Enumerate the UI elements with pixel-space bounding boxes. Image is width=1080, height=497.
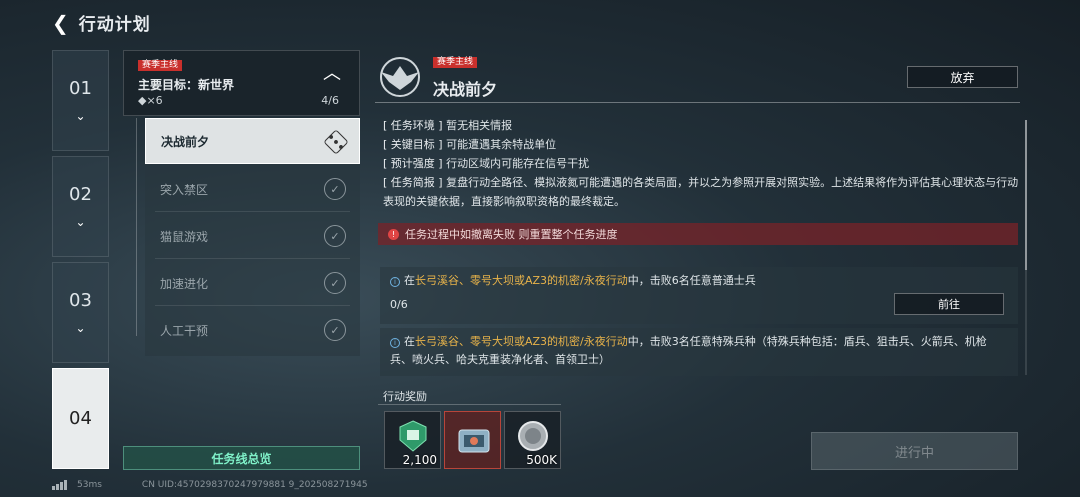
info-value: 复盘行动全路径、模拟液氮可能遭遇的各类局面，并以之为参照开展对照实验。上述结果将… <box>383 176 1019 208</box>
season-tag: 赛季主线 <box>138 60 183 71</box>
info-key: [ 任务环境 ] <box>383 119 443 132</box>
stage-tab-02[interactable]: 02 ⌄ <box>52 156 109 257</box>
medal-check-icon: ✓ <box>324 225 346 247</box>
collapse-caret-icon[interactable]: ︿ <box>323 59 341 85</box>
reward-count: 500K <box>526 453 557 467</box>
info-row: [ 任务环境 ] 暂无相关情报 <box>383 116 1023 135</box>
reward-item[interactable] <box>444 411 501 469</box>
warning-banner: ! 任务过程中如撤离失败 则重置整个任务进度 <box>378 223 1018 245</box>
silver-coin-icon <box>518 421 548 451</box>
medal-check-icon: ✓ <box>324 178 346 200</box>
alert-icon: ! <box>388 228 399 240</box>
divider <box>375 102 1020 103</box>
mission-item[interactable]: 突入禁区 ✓ <box>145 166 360 212</box>
stage-number: 02 <box>69 184 92 205</box>
objective-progress: 4/6 <box>321 94 339 107</box>
in-progress-icon: ••• <box>323 129 349 155</box>
stage-number: 01 <box>69 78 92 99</box>
info-row: [ 预计强度 ] 行动区域内可能存在信号干扰 <box>383 154 1023 173</box>
objective-title: 主要目标：新世界 <box>138 78 235 92</box>
reward-item[interactable]: 2,100 <box>384 411 441 469</box>
mission-item[interactable]: 猫鼠游戏 ✓ <box>145 213 360 259</box>
mission-title: 决战前夕 <box>433 80 498 99</box>
objective-reward: ◆×6 <box>138 94 163 107</box>
page-title: 行动计划 <box>78 15 151 35</box>
mission-item[interactable]: 人工干预 ✓ <box>145 307 360 353</box>
signal-icon <box>52 480 67 490</box>
mission-line-overview-button[interactable]: 任务线总览 <box>123 446 360 470</box>
goto-button[interactable]: 前往 <box>894 293 1004 315</box>
mission-label: 猫鼠游戏 <box>160 229 209 244</box>
main-objective-card[interactable]: 赛季主线 主要目标：新世界 ◆×6 4/6 ︿ <box>123 50 360 116</box>
green-badge-icon <box>399 420 427 452</box>
medal-check-icon: ✓ <box>324 272 346 294</box>
chevron-down-icon: ⌄ <box>75 109 86 123</box>
mission-label: 人工干预 <box>160 323 209 338</box>
season-tag: 赛季主线 <box>433 57 478 68</box>
mission-label: 加速进化 <box>160 276 209 291</box>
info-key: [ 预计强度 ] <box>383 157 443 170</box>
mission-label: 突入禁区 <box>160 182 209 197</box>
rewards-label: 行动奖励 <box>383 390 427 403</box>
task-location: 长弓溪谷、零号大坝或AZ3的机密/永夜行动 <box>415 274 628 287</box>
back-arrow-icon[interactable]: ❮ <box>52 11 69 35</box>
info-value: 行动区域内可能存在信号干扰 <box>446 157 590 170</box>
mission-label: 决战前夕 <box>161 134 210 149</box>
abandon-button[interactable]: 放弃 <box>907 66 1018 88</box>
reward-count: 2,100 <box>402 453 437 467</box>
eagle-emblem-icon <box>375 56 425 98</box>
info-key: [ 关键目标 ] <box>383 138 443 151</box>
stage-number: 04 <box>69 408 92 429</box>
info-row: [ 关键目标 ] 可能遭遇其余特战单位 <box>383 135 1023 154</box>
mission-item-active[interactable]: 决战前夕 ••• <box>145 118 360 164</box>
reward-item[interactable]: 500K <box>504 411 561 469</box>
chevron-down-icon: ⌄ <box>75 215 86 229</box>
info-icon: i <box>390 338 400 348</box>
device-crate-icon <box>458 429 490 453</box>
in-progress-button[interactable]: 进行中 <box>811 432 1018 470</box>
task-location: 长弓溪谷、零号大坝或AZ3的机密/永夜行动 <box>415 335 628 348</box>
info-value: 暂无相关情报 <box>446 119 513 132</box>
stage-tab-03[interactable]: 03 ⌄ <box>52 262 109 363</box>
stage-number: 03 <box>69 290 92 311</box>
info-row: [ 任务简报 ] 复盘行动全路径、模拟液氮可能遭遇的各类局面，并以之为参照开展对… <box>383 173 1023 211</box>
status-footer: 53ms CN UID:4570298370247979881 9_202508… <box>52 480 368 490</box>
task-item: i 在长弓溪谷、零号大坝或AZ3的机密/永夜行动中，击败3名任意特殊兵种（特殊兵种… <box>380 328 1018 376</box>
chevron-down-icon: ⌄ <box>75 321 86 335</box>
divider <box>378 404 561 405</box>
scrollbar[interactable] <box>1025 120 1027 375</box>
header: ❮ 行动计划 <box>52 10 151 36</box>
stage-tab-01[interactable]: 01 ⌄ <box>52 50 109 151</box>
uid-text: CN UID:4570298370247979881 9_20250827194… <box>141 480 368 490</box>
mission-tree-line <box>136 118 137 336</box>
info-key: [ 任务简报 ] <box>383 176 443 189</box>
info-value: 可能遭遇其余特战单位 <box>446 138 557 151</box>
stage-tab-04[interactable]: 04 <box>52 368 109 469</box>
info-icon: i <box>390 277 400 287</box>
mission-item[interactable]: 加速进化 ✓ <box>145 260 360 306</box>
medal-check-icon: ✓ <box>324 319 346 341</box>
warning-text: 任务过程中如撤离失败 则重置整个任务进度 <box>405 228 618 241</box>
mission-list: 决战前夕 ••• 突入禁区 ✓ 猫鼠游戏 ✓ 加速进化 ✓ 人工干预 ✓ <box>145 118 360 356</box>
ping-text: 53ms <box>77 480 102 490</box>
